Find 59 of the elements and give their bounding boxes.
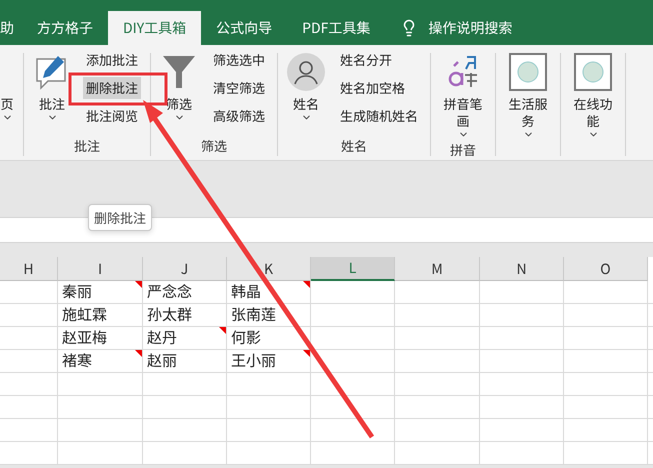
table-cell: 赵丽: [143, 350, 227, 373]
table-cell: [0, 304, 58, 327]
table-cell: [0, 281, 58, 304]
ribbon-button[interactable]: 在线功能: [570, 95, 616, 129]
table-cell: [0, 373, 58, 396]
ribbon-tab[interactable]: 公式向导: [201, 11, 288, 45]
table-cell: [0, 327, 58, 350]
ribbon-button[interactable]: 姓名分开: [337, 49, 422, 71]
table-cell: [0, 419, 58, 442]
table-cell: [0, 442, 58, 465]
search-label[interactable]: 操作说明搜索: [428, 18, 512, 38]
ribbon-button[interactable]: 批注: [33, 95, 71, 112]
ribbon-button[interactable]: 高级筛选: [210, 105, 268, 127]
group-label: 筛选: [200, 136, 228, 156]
ribbon-button[interactable]: 拼音笔画: [440, 95, 486, 129]
column-header[interactable]: N: [480, 257, 564, 281]
ribbon-button[interactable]: 清空筛选: [210, 77, 268, 99]
group-label: 拼音: [449, 140, 478, 159]
column-header[interactable]: O: [564, 257, 648, 281]
table-cell: 张南莲: [227, 304, 311, 327]
table-cell: 韩晶: [227, 281, 311, 304]
ribbon-button[interactable]: 批注阅览: [83, 105, 142, 127]
tooltip: 删除批注: [88, 204, 152, 231]
ribbon-button[interactable]: 添加批注: [83, 49, 142, 71]
table-cell: 赵丹: [143, 327, 227, 350]
filter-icon: [161, 53, 198, 91]
table-cell: 王小丽: [227, 350, 311, 373]
column-header[interactable]: H: [0, 257, 58, 281]
table-cell: 何影: [227, 327, 311, 350]
ribbon-tab[interactable]: DIY工具箱: [108, 11, 202, 45]
ribbon-button[interactable]: 生成随机姓名: [337, 105, 422, 127]
column-header[interactable]: J: [143, 257, 227, 281]
column-header[interactable]: K: [227, 257, 311, 281]
column-header[interactable]: M: [395, 257, 480, 281]
ribbon-button[interactable]: 筛选选中: [210, 49, 268, 71]
table-cell: 施虹霖: [58, 304, 143, 327]
table-cell: [0, 350, 58, 373]
add-in-icon: [509, 53, 548, 91]
ribbon-tab[interactable]: PDF工具集: [287, 11, 386, 45]
table-cell: 秦丽: [58, 281, 143, 304]
ribbon-button[interactable]: 页: [0, 95, 14, 112]
ribbon-button[interactable]: 姓名加空格: [337, 77, 422, 99]
ribbon-tab[interactable]: 方方格子: [22, 11, 108, 45]
group-label: 批注: [73, 136, 102, 156]
person-avatar-icon: [287, 53, 326, 91]
group-label: 姓名: [340, 136, 368, 156]
column-header[interactable]: L: [311, 257, 395, 281]
table-cell: 褚寒: [58, 350, 143, 373]
add-in-icon: [574, 53, 612, 91]
ribbon-button[interactable]: 生活服务: [505, 95, 552, 129]
ribbon-button[interactable]: 删除批注: [83, 77, 142, 99]
column-header[interactable]: I: [58, 257, 143, 281]
ribbon-tab[interactable]: 助: [0, 11, 22, 45]
table-cell: [0, 396, 58, 419]
ribbon-button[interactable]: 筛选: [160, 95, 198, 112]
table-cell: 孙太群: [143, 304, 227, 327]
table-cell: 赵亚梅: [58, 327, 143, 350]
ribbon-button[interactable]: 姓名: [287, 95, 326, 112]
table-cell: 严念念: [143, 281, 227, 304]
